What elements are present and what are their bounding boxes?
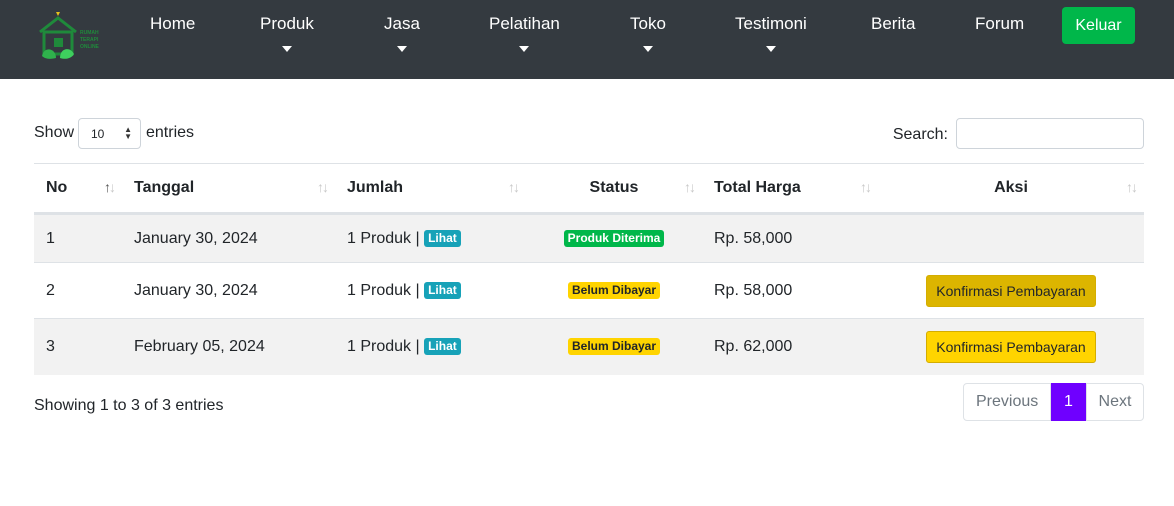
col-header-label: Status (589, 179, 639, 196)
table-row: 3 February 05, 2024 1 Produk | Lihat Bel… (34, 318, 1144, 375)
brand-logo[interactable]: RUMAH TERAPI ONLINE (34, 10, 106, 64)
pagination: Previous 1 Next (963, 383, 1144, 421)
cell-aksi: Konfirmasi Pembayaran (878, 262, 1144, 319)
jumlah-text: 1 Produk | (347, 281, 420, 299)
konfirmasi-pembayaran-button[interactable]: Konfirmasi Pembayaran (926, 274, 1096, 307)
nav-toko[interactable]: Toko (630, 14, 666, 52)
navbar: RUMAH TERAPI ONLINE Home Produk Jasa Pel… (0, 0, 1174, 79)
table-row: 1 January 30, 2024 1 Produk | Lihat Prod… (34, 213, 1144, 263)
cell-status: Belum Dibayar (526, 262, 702, 319)
lihat-badge[interactable]: Lihat (424, 281, 461, 299)
sort-icon: ↑↓ (684, 179, 696, 195)
cell-total-harga: Rp. 58,000 (702, 262, 878, 319)
cell-no: 2 (34, 262, 122, 319)
transactions-table: No ↑↓ Tanggal ↑↓ Jumlah ↑↓ Status ↑↓ Total H… (34, 163, 1144, 375)
caret-down-icon (642, 46, 653, 52)
sort-icon: ↑↓ (1126, 179, 1138, 195)
nav-testimoni-label: Testimoni (735, 14, 807, 33)
nav-berita[interactable]: Berita (871, 14, 915, 34)
status-badge: Belum Dibayar (567, 338, 661, 356)
col-header-label: Aksi (994, 179, 1028, 196)
cell-jumlah: 1 Produk | Lihat (335, 318, 526, 375)
nav-berita-label: Berita (871, 14, 916, 33)
show-label: Show (34, 124, 75, 141)
jumlah-text: 1 Produk | (347, 229, 420, 247)
cell-tanggal: January 30, 2024 (122, 213, 335, 263)
nav-jasa[interactable]: Jasa (384, 14, 420, 52)
caret-down-icon (396, 46, 407, 52)
col-header-aksi[interactable]: Aksi ↑↓ (878, 163, 1144, 215)
svg-text:ONLINE: ONLINE (80, 44, 100, 50)
page-length-select[interactable]: 10 ▲ ▼ (78, 118, 141, 149)
cell-total-harga: Rp. 58,000 (702, 213, 878, 263)
col-header-label: No (46, 179, 68, 196)
nav-forum-label: Forum (975, 14, 1025, 33)
page-1-button[interactable]: 1 (1051, 383, 1086, 421)
svg-text:TERAPI: TERAPI (80, 37, 99, 43)
nav-produk-label: Produk (260, 14, 314, 33)
jumlah-text: 1 Produk | (347, 337, 420, 355)
sort-icon: ↑↓ (317, 179, 329, 195)
nav-jasa-label: Jasa (384, 14, 420, 33)
col-header-label: Tanggal (134, 179, 195, 196)
next-page-button[interactable]: Next (1086, 383, 1144, 421)
col-header-label: Total Harga (714, 179, 801, 196)
cell-tanggal: January 30, 2024 (122, 262, 335, 319)
col-header-jumlah[interactable]: Jumlah ↑↓ (335, 163, 526, 215)
nav-pelatihan[interactable]: Pelatihan (489, 14, 560, 52)
nav-pelatihan-label: Pelatihan (489, 14, 560, 33)
col-header-label: Jumlah (347, 179, 404, 196)
cell-aksi (878, 213, 1144, 263)
cell-no: 3 (34, 318, 122, 375)
cell-no: 1 (34, 213, 122, 263)
search-label: Search: (892, 126, 948, 143)
previous-page-button[interactable]: Previous (963, 383, 1051, 421)
entries-label: entries (146, 124, 195, 141)
col-header-tanggal[interactable]: Tanggal ↑↓ (122, 163, 335, 215)
table-info: Showing 1 to 3 of 3 entries (34, 397, 224, 414)
logout-button[interactable]: Keluar (1062, 7, 1135, 44)
col-header-status[interactable]: Status ↑↓ (526, 163, 702, 215)
datatable-controls: Show 10 ▲ ▼ entries Search: (34, 118, 1144, 150)
nav-forum[interactable]: Forum (975, 14, 1024, 34)
svg-text:RUMAH: RUMAH (80, 30, 99, 36)
nav-home[interactable]: Home (150, 14, 195, 34)
caret-down-icon (281, 46, 292, 52)
cell-status: Belum Dibayar (526, 318, 702, 375)
sort-icon: ↑↓ (860, 179, 872, 195)
cell-status: Produk Diterima (526, 213, 702, 263)
table-row: 2 January 30, 2024 1 Produk | Lihat Belu… (34, 262, 1144, 319)
caret-down-icon (519, 46, 530, 52)
sort-icon: ↑↓ (508, 179, 520, 195)
page-length-value: 10 (91, 127, 105, 141)
cell-tanggal: February 05, 2024 (122, 318, 335, 375)
konfirmasi-pembayaran-button[interactable]: Konfirmasi Pembayaran (926, 330, 1096, 363)
house-leaf-logo-icon: RUMAH TERAPI ONLINE (39, 12, 100, 59)
search-input[interactable] (956, 118, 1144, 149)
sort-asc-icon: ↑↓ (104, 179, 116, 195)
table-header-row: No ↑↓ Tanggal ↑↓ Jumlah ↑↓ Status ↑↓ Total H… (34, 163, 1144, 215)
nav-produk[interactable]: Produk (260, 14, 314, 52)
cell-jumlah: 1 Produk | Lihat (335, 213, 526, 263)
nav-home-label: Home (150, 14, 196, 33)
col-header-total-harga[interactable]: Total Harga ↑↓ (702, 163, 878, 215)
cell-aksi: Konfirmasi Pembayaran (878, 318, 1144, 375)
cell-jumlah: 1 Produk | Lihat (335, 262, 526, 319)
nav-toko-label: Toko (630, 14, 666, 33)
nav-testimoni[interactable]: Testimoni (735, 14, 807, 52)
caret-down-icon (765, 46, 776, 52)
cell-total-harga: Rp. 62,000 (702, 318, 878, 375)
status-badge: Produk Diterima (563, 229, 665, 247)
status-badge: Belum Dibayar (567, 281, 661, 299)
lihat-badge[interactable]: Lihat (424, 338, 461, 356)
lihat-badge[interactable]: Lihat (424, 229, 461, 247)
col-header-no[interactable]: No ↑↓ (34, 163, 122, 215)
select-arrows-icon: ▲ ▼ (124, 125, 132, 141)
